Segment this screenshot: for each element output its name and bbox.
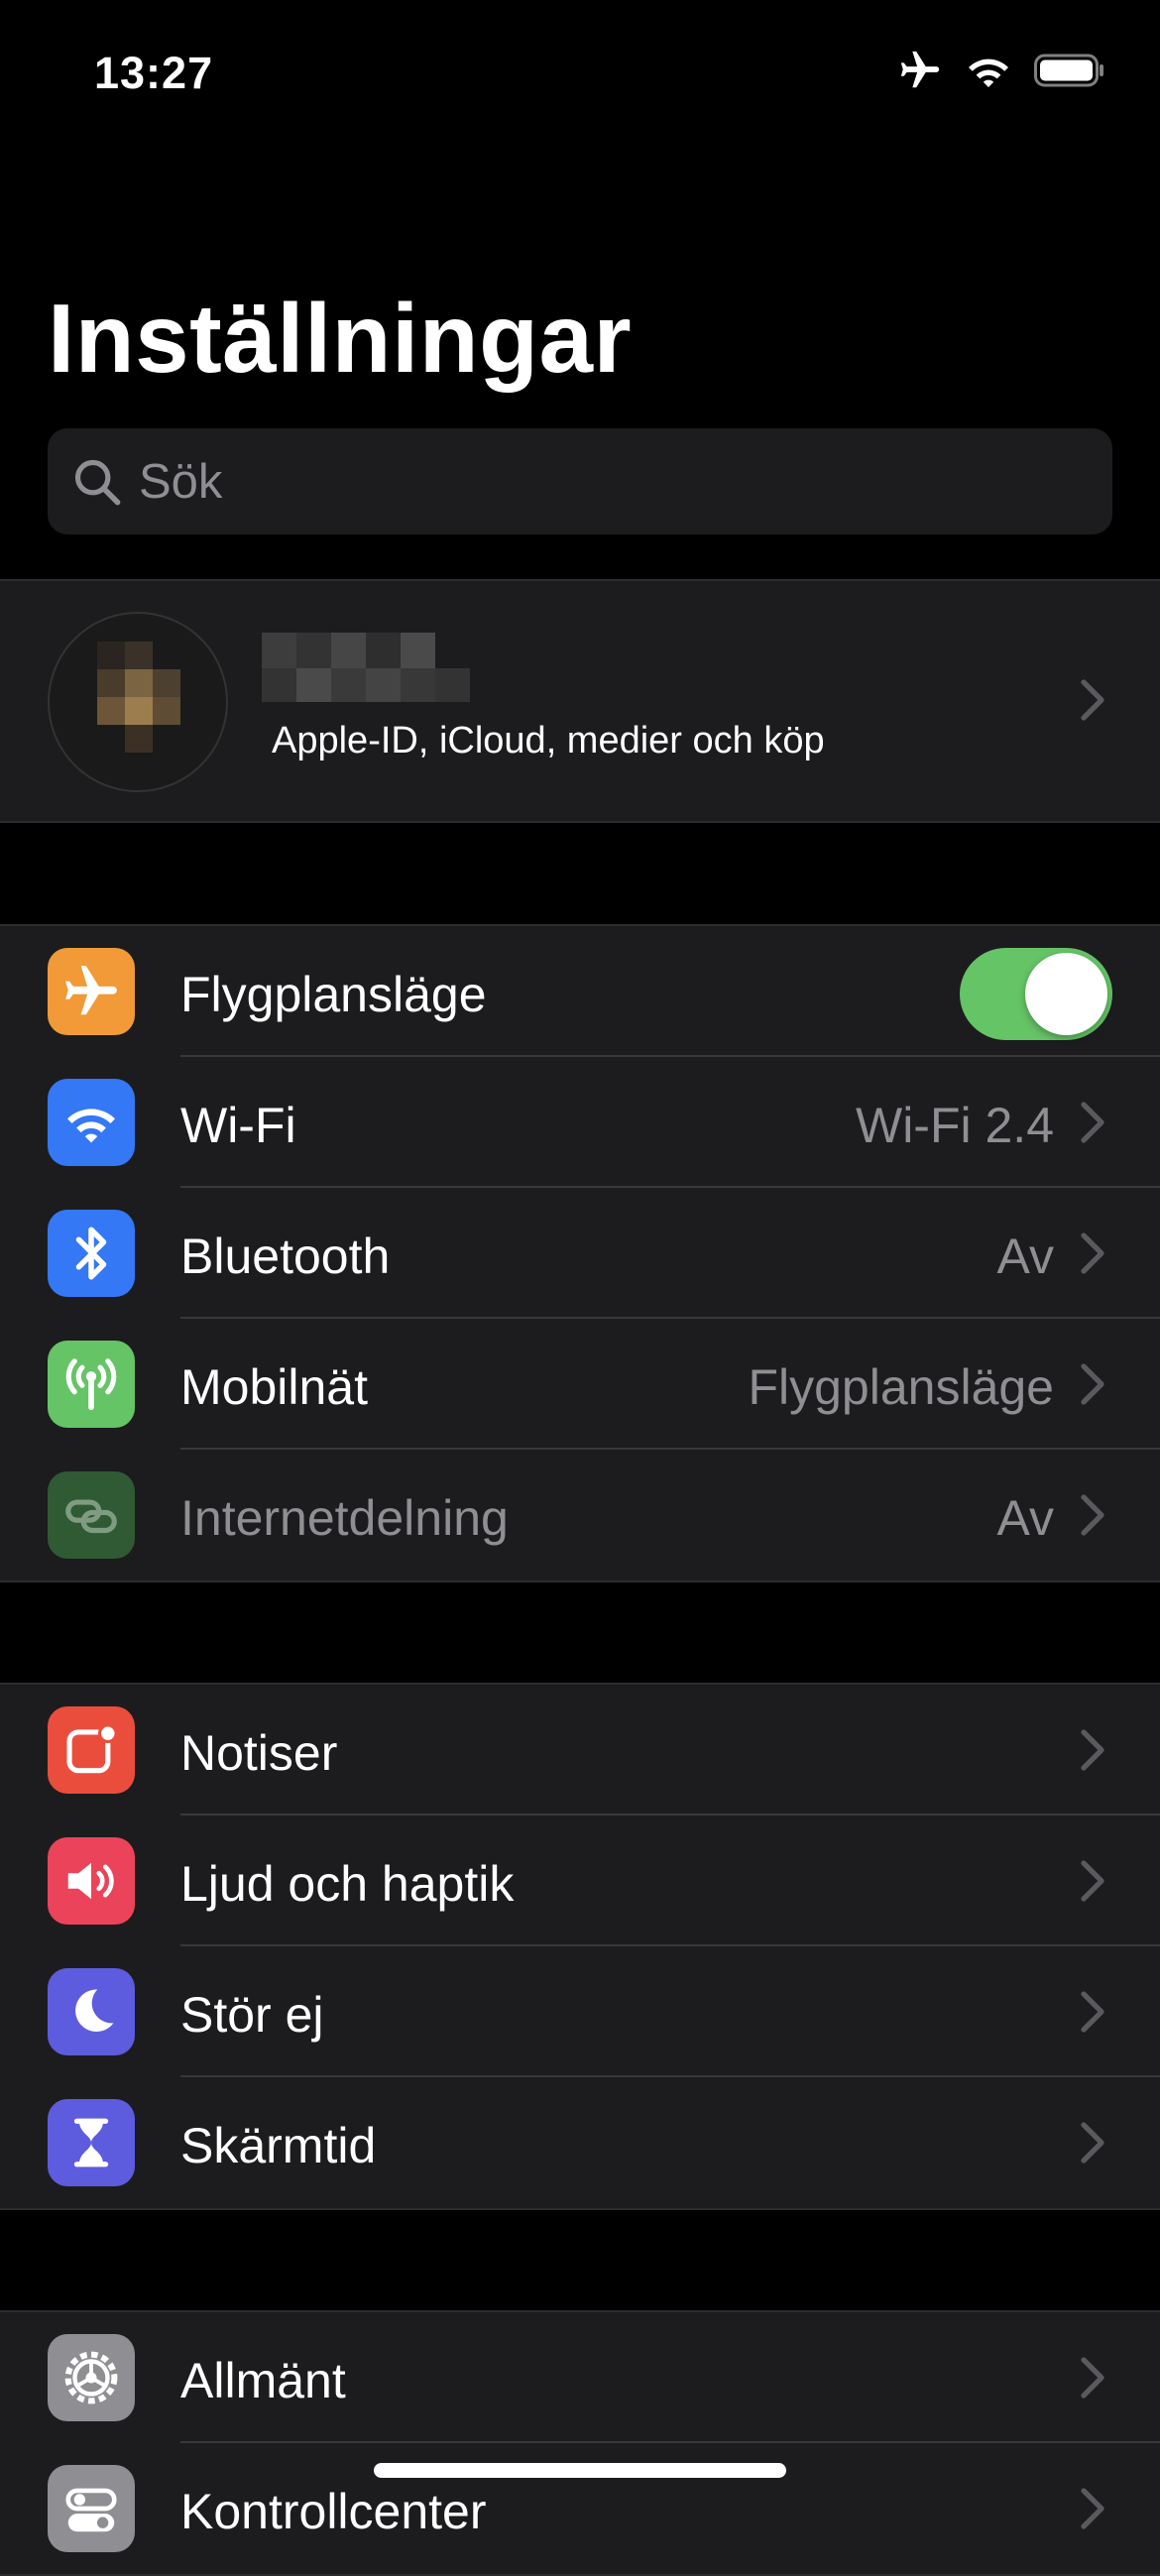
moon-icon	[48, 1968, 135, 2055]
row-label: Kontrollcenter	[180, 2484, 487, 2539]
row-sounds-haptics[interactable]: Ljud och haptik	[0, 1815, 1160, 1946]
search-icon	[69, 454, 125, 510]
apple-id-profile-row[interactable]: Apple-ID, iCloud, medier och köp	[0, 579, 1160, 823]
row-general[interactable]: Allmänt	[0, 2312, 1160, 2443]
row-value: Av	[996, 1490, 1054, 1546]
bluetooth-icon	[48, 1210, 135, 1297]
general-group: Allmänt Kontrollcenter	[0, 2310, 1160, 2576]
row-label: Wi-Fi	[180, 1098, 296, 1153]
row-label: Bluetooth	[180, 1229, 391, 1284]
chevron-right-icon	[1080, 2356, 1105, 2400]
profile-name-redacted	[262, 633, 470, 704]
row-value: Av	[996, 1229, 1054, 1284]
battery-icon	[1034, 53, 1105, 93]
search-input[interactable]	[137, 452, 1033, 511]
status-icons	[897, 48, 1105, 98]
row-cellular[interactable]: Mobilnät Flygplansläge	[0, 1319, 1160, 1450]
row-label: Ljud och haptik	[180, 1856, 515, 1912]
row-value: Flygplansläge	[748, 1359, 1054, 1415]
row-label: Allmänt	[180, 2353, 346, 2408]
chevron-right-icon	[1080, 1859, 1105, 1903]
status-time: 13:27	[94, 48, 214, 98]
row-label: Skärmtid	[180, 2118, 377, 2173]
switches-icon	[48, 2465, 135, 2552]
row-value: Wi-Fi 2.4	[856, 1098, 1054, 1153]
row-personal-hotspot[interactable]: Internetdelning Av	[0, 1450, 1160, 1581]
wifi-icon	[48, 1079, 135, 1166]
chevron-right-icon	[1080, 1493, 1105, 1537]
speaker-icon	[48, 1837, 135, 1925]
row-bluetooth[interactable]: Bluetooth Av	[0, 1188, 1160, 1319]
search-bar[interactable]	[48, 428, 1112, 534]
notifications-group: Notiser Ljud och haptik Stör ej Skärmtid	[0, 1683, 1160, 2210]
chevron-right-icon	[1080, 1728, 1105, 1772]
chevron-right-icon	[1080, 2487, 1105, 2530]
row-label: Notiser	[180, 1725, 338, 1781]
airplane-icon	[48, 948, 135, 1035]
chevron-right-icon	[1080, 678, 1105, 722]
antenna-icon	[48, 1341, 135, 1428]
hourglass-icon	[48, 2099, 135, 2186]
toggle-knob	[1025, 953, 1107, 1035]
notifications-icon	[48, 1706, 135, 1794]
chevron-right-icon	[1080, 1231, 1105, 1275]
row-wifi[interactable]: Wi-Fi Wi-Fi 2.4	[0, 1057, 1160, 1188]
airplane-icon	[897, 48, 943, 98]
chevron-right-icon	[1080, 1990, 1105, 2034]
row-label: Flygplansläge	[180, 967, 487, 1022]
wifi-icon	[965, 51, 1012, 95]
profile-subtitle: Apple-ID, iCloud, medier och köp	[272, 720, 825, 761]
chevron-right-icon	[1080, 1362, 1105, 1406]
link-icon	[48, 1471, 135, 1559]
home-indicator[interactable]	[374, 2463, 786, 2478]
row-screen-time[interactable]: Skärmtid	[0, 2077, 1160, 2208]
chevron-right-icon	[1080, 1101, 1105, 1144]
gear-icon	[48, 2334, 135, 2421]
row-label: Internetdelning	[180, 1490, 509, 1546]
avatar	[48, 612, 228, 792]
row-do-not-disturb[interactable]: Stör ej	[0, 1946, 1160, 2077]
row-notifications[interactable]: Notiser	[0, 1685, 1160, 1815]
airplane-mode-toggle[interactable]	[960, 948, 1112, 1040]
row-airplane-mode[interactable]: Flygplansläge	[0, 926, 1160, 1057]
page-title: Inställningar	[48, 284, 633, 393]
chevron-right-icon	[1080, 2121, 1105, 2165]
row-label: Mobilnät	[180, 1359, 368, 1415]
connectivity-group: Flygplansläge Wi-Fi Wi-Fi 2.4 Bluetooth …	[0, 924, 1160, 1582]
status-bar: 13:27	[0, 0, 1160, 139]
row-label: Stör ej	[180, 1987, 324, 2043]
